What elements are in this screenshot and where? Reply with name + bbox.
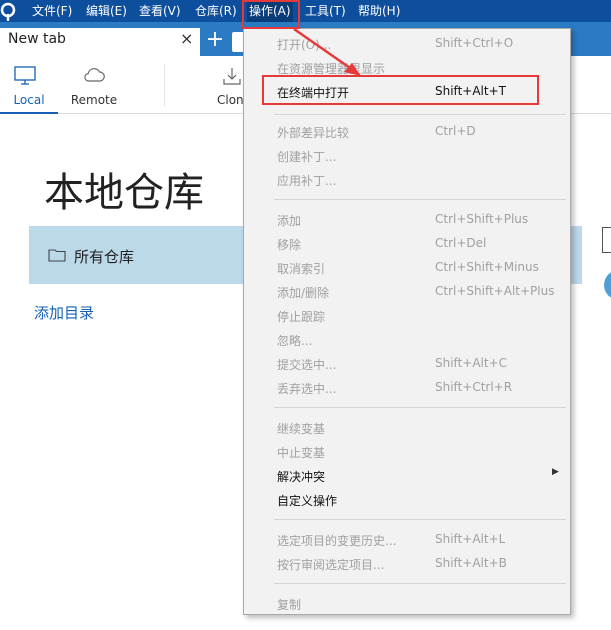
tab-title: New tab xyxy=(8,31,66,47)
app-logo-icon[interactable] xyxy=(0,0,20,22)
cloud-icon xyxy=(84,68,105,82)
menu-item-label: 继续变基 xyxy=(277,422,326,436)
open-in-terminal-highlight-box xyxy=(262,75,539,105)
remote-button[interactable]: Remote xyxy=(64,56,124,114)
search-box[interactable] xyxy=(602,227,611,253)
menu-item-log-selected[interactable]: 选定项目的变更历史... Shift+Alt+L xyxy=(244,527,570,551)
menu-help[interactable]: 帮助(H) xyxy=(358,0,400,22)
menu-item-unstage[interactable]: 取消索引 Ctrl+Shift+Minus xyxy=(244,255,570,279)
menu-item-custom-actions[interactable]: 自定义操作 xyxy=(244,487,570,511)
menu-item-shortcut: Ctrl+Shift+Alt+Plus xyxy=(435,284,555,298)
menu-item-abort-rebase[interactable]: 中止变基 xyxy=(244,439,570,463)
menu-separator xyxy=(274,199,566,200)
menu-item-shortcut: Shift+Alt+B xyxy=(435,556,507,570)
menu-item-shortcut: Ctrl+Shift+Minus xyxy=(435,260,539,274)
remote-label: Remote xyxy=(70,93,118,107)
menu-view[interactable]: 查看(V) xyxy=(139,0,181,22)
active-tab-indicator xyxy=(0,112,58,114)
menu-item-shortcut: Shift+Ctrl+O xyxy=(435,36,514,50)
menu-actions-highlight-box xyxy=(242,0,300,29)
menu-item-copy[interactable]: 复制 xyxy=(244,591,570,615)
menu-item-label: 停止跟踪 xyxy=(277,310,326,324)
menu-item-label: 选定项目的变更历史... xyxy=(277,534,397,548)
menu-item-label: 忽略... xyxy=(277,334,313,348)
menu-item-open[interactable]: 打开(O)... Shift+Ctrl+O xyxy=(244,31,570,55)
menu-separator xyxy=(274,407,566,408)
menu-item-add[interactable]: 添加 Ctrl+Shift+Plus xyxy=(244,207,570,231)
all-repositories-label: 所有仓库 xyxy=(74,248,135,266)
menu-item-label: 自定义操作 xyxy=(277,494,338,508)
menu-separator xyxy=(274,583,566,584)
menu-item-label: 添加/删除 xyxy=(277,286,330,300)
menu-item-label: 打开(O)... xyxy=(277,38,332,52)
menu-item-label: 复制 xyxy=(277,598,302,612)
menu-item-shortcut: Shift+Ctrl+R xyxy=(435,380,513,394)
folder-icon xyxy=(48,249,66,262)
menu-item-discard-selected[interactable]: 丢弃选中... Shift+Ctrl+R xyxy=(244,375,570,399)
menu-item-resolve-conflicts[interactable]: 解决冲突 ▶ xyxy=(244,463,570,487)
menu-item-label: 添加 xyxy=(277,214,302,228)
menu-tools[interactable]: 工具(T) xyxy=(305,0,346,22)
menu-item-shortcut: Ctrl+Del xyxy=(435,236,487,250)
menu-item-label: 应用补丁... xyxy=(277,174,337,188)
local-button[interactable]: Local xyxy=(0,56,58,114)
tab-new-tab[interactable]: New tab × xyxy=(0,28,200,56)
menu-item-shortcut: Shift+Alt+L xyxy=(435,532,506,546)
menu-item-ignore[interactable]: 忽略... xyxy=(244,327,570,351)
menu-item-remove[interactable]: 移除 Ctrl+Del xyxy=(244,231,570,255)
menu-item-label: 外部差异比较 xyxy=(277,126,350,140)
close-icon[interactable]: × xyxy=(180,29,193,48)
menu-item-shortcut: Shift+Alt+C xyxy=(435,356,508,370)
menu-separator xyxy=(274,519,566,520)
menu-item-label: 解决冲突 xyxy=(277,470,326,484)
menu-item-continue-rebase[interactable]: 继续变基 xyxy=(244,415,570,439)
menu-item-label: 按行审阅选定项目... xyxy=(277,558,385,572)
menu-item-create-patch[interactable]: 创建补丁... xyxy=(244,143,570,167)
menu-repository[interactable]: 仓库(R) xyxy=(195,0,237,22)
actions-dropdown-menu: 打开(O)... Shift+Ctrl+O 在资源管理器里显示 在终端中打开 S… xyxy=(243,28,571,615)
triangle-right-icon: ▶ xyxy=(552,467,559,477)
download-icon xyxy=(223,68,241,85)
page-title: 本地仓库 xyxy=(44,170,204,216)
menu-item-shortcut: Ctrl+D xyxy=(435,124,476,138)
menu-item-label: 提交选中... xyxy=(277,358,337,372)
menu-item-apply-patch[interactable]: 应用补丁... xyxy=(244,167,570,191)
menu-item-external-diff[interactable]: 外部差异比较 Ctrl+D xyxy=(244,119,570,143)
menu-item-stop-tracking[interactable]: 停止跟踪 xyxy=(244,303,570,327)
action-circle-button[interactable] xyxy=(604,270,611,300)
menu-separator xyxy=(274,114,566,115)
menu-bar: 文件(F) 编辑(E) 查看(V) 仓库(R) 操作(A) 工具(T) 帮助(H… xyxy=(0,0,611,22)
menu-item-label: 取消索引 xyxy=(277,262,326,276)
menu-item-label: 移除 xyxy=(277,238,302,252)
menu-file[interactable]: 文件(F) xyxy=(32,0,72,22)
menu-item-label: 创建补丁... xyxy=(277,150,337,164)
menu-item-shortcut: Ctrl+Shift+Plus xyxy=(435,212,529,226)
menu-item-commit-selected[interactable]: 提交选中... Shift+Alt+C xyxy=(244,351,570,375)
menu-edit[interactable]: 编辑(E) xyxy=(86,0,127,22)
monitor-icon xyxy=(14,66,36,85)
menu-item-add-remove[interactable]: 添加/删除 Ctrl+Shift+Alt+Plus xyxy=(244,279,570,303)
add-tab-button[interactable]: + xyxy=(202,28,228,54)
local-label: Local xyxy=(13,93,45,107)
toolbar-divider xyxy=(164,64,165,106)
menu-item-label: 丢弃选中... xyxy=(277,382,337,396)
menu-item-blame-selected[interactable]: 按行审阅选定项目... Shift+Alt+B xyxy=(244,551,570,575)
add-directory-link[interactable]: 添加目录 xyxy=(34,302,94,323)
menu-item-label: 中止变基 xyxy=(277,446,326,460)
